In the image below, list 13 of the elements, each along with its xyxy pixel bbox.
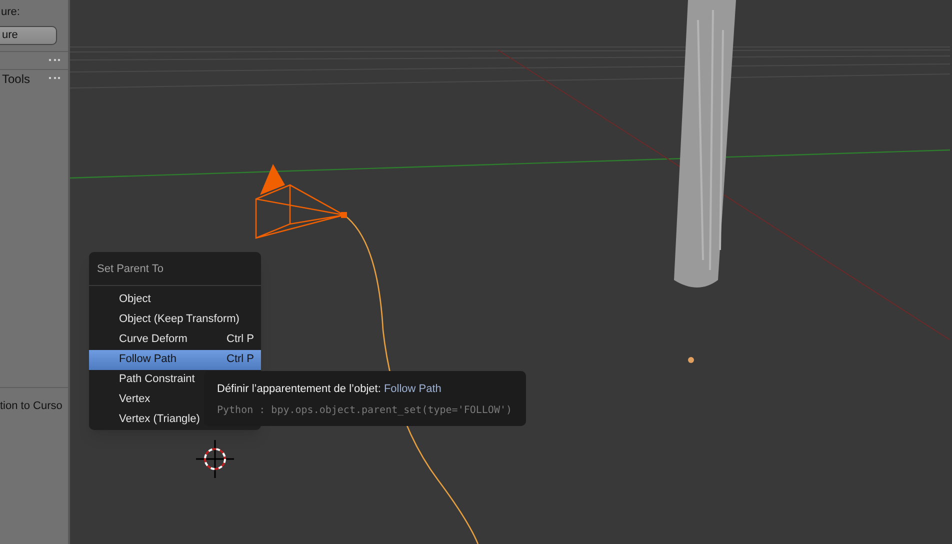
panel-button-text[interactable]: tion to Curso <box>0 400 62 412</box>
menu-title: Set Parent To <box>89 252 261 286</box>
panel-label: ure: <box>0 5 21 19</box>
menu-item[interactable]: Object <box>89 290 261 310</box>
drag-handle-icon[interactable] <box>49 58 60 62</box>
tooltip-description: Définir l’apparentement de l’objet: Follow Path <box>217 382 442 397</box>
panel-button[interactable]: ure <box>0 26 57 45</box>
tools-header[interactable]: Tools <box>0 70 30 88</box>
menu-item[interactable]: Curve Deform Ctrl P <box>89 330 261 350</box>
menu-item[interactable]: Object (Keep Transform) <box>89 310 261 330</box>
drag-handle-icon[interactable] <box>49 76 60 80</box>
tooltip-python: Python : bpy.ops.object.parent_set(type='FOLLOW') <box>217 404 513 418</box>
menu-item[interactable]: Follow Path Ctrl P <box>89 350 261 370</box>
